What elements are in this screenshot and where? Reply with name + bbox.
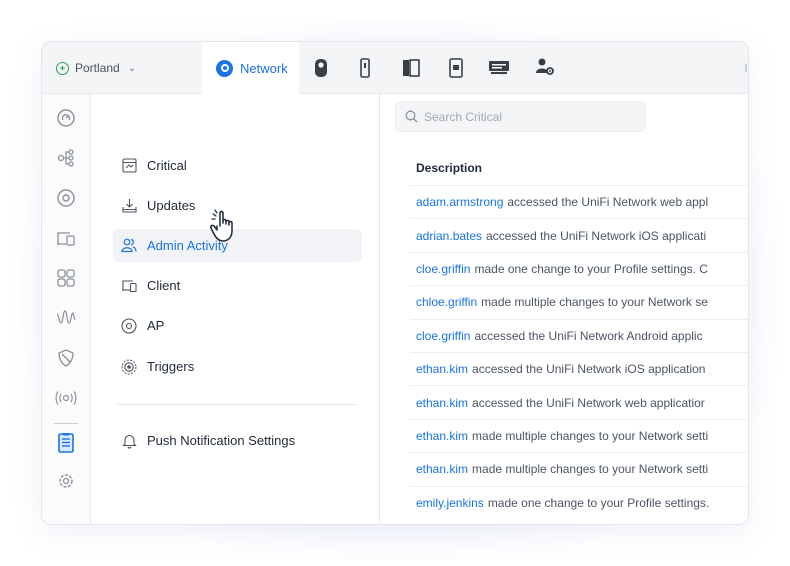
menu-item-label: Client [147, 278, 181, 293]
menu-item-ap[interactable]: AP [113, 309, 362, 342]
download-tray-icon [121, 198, 137, 214]
wifi-broadcast-icon[interactable] [55, 387, 77, 409]
menu-item-push-notification-settings[interactable]: Push Notification Settings [113, 424, 362, 457]
topbar-tick [745, 64, 747, 72]
row-description: accessed the UniFi Network iOS applicati [486, 228, 707, 243]
security-shield-icon[interactable] [55, 347, 77, 369]
tab-network[interactable]: Network [202, 42, 299, 94]
admin-username-link[interactable]: chloe.griffin [416, 295, 477, 309]
table-row[interactable]: ethan.kim made multiple changes to your N… [410, 418, 748, 452]
topology-icon[interactable] [55, 147, 77, 169]
admin-username-link[interactable]: adrian.bates [416, 229, 482, 243]
admin-users-icon[interactable] [535, 57, 555, 77]
app-window: + Portland ⌄ Network Critical Updates Ad… [41, 41, 749, 525]
rail-divider [54, 423, 78, 424]
site-selector[interactable]: + Portland ⌄ [56, 42, 136, 94]
menu-item-triggers[interactable]: Triggers [113, 350, 362, 383]
menu-item-label: Push Notification Settings [147, 433, 296, 448]
admin-username-link[interactable]: ethan.kim [416, 362, 468, 376]
admin-username-link[interactable]: ethan.kim [416, 396, 468, 410]
chevron-down-icon: ⌄ [127, 62, 137, 74]
hand-pointer-cursor-icon [210, 209, 233, 242]
row-description: accessed the UniFi Network Android appli… [474, 328, 703, 343]
menu-divider [117, 404, 357, 405]
search-box[interactable] [395, 101, 646, 132]
tab-network-label: Network [240, 60, 288, 76]
admin-username-link[interactable]: adam.armstrong [416, 195, 503, 209]
row-description: made multiple changes to your Network se… [472, 462, 709, 477]
search-icon [405, 110, 418, 123]
talk-panel-icon[interactable] [402, 58, 420, 78]
main-content: Description adam.armstrong accessed the U… [381, 94, 748, 524]
notifications-menu: Critical Updates Admin Activity Client A… [91, 94, 380, 524]
access-point-icon [121, 317, 137, 334]
intercom-icon[interactable] [449, 58, 463, 78]
table-row[interactable]: ethan.kim accessed the UniFi Network web … [410, 385, 748, 418]
row-description: accessed the UniFi Network web applicati… [472, 395, 705, 410]
menu-item-client[interactable]: Client [113, 269, 362, 302]
row-description: accessed the UniFi Network web appl [507, 195, 709, 210]
row-description: made one change to your Profile settings… [487, 495, 710, 510]
system-log-icon[interactable] [55, 432, 77, 454]
dashboard-icon[interactable] [55, 107, 77, 129]
column-header-description[interactable]: Description [416, 161, 482, 175]
admin-username-link[interactable]: emily.jenkins [416, 496, 484, 510]
menu-item-label: Updates [147, 198, 196, 213]
top-bar: + Portland ⌄ Network [42, 42, 748, 94]
site-name: Portland [75, 61, 120, 75]
menu-item-label: Triggers [147, 359, 195, 374]
table-row[interactable]: adam.armstrong accessed the UniFi Network… [410, 185, 748, 218]
menu-item-label: AP [147, 318, 165, 333]
row-description: made multiple changes to your Network se… [472, 428, 709, 443]
row-description: made multiple changes to your Network se [481, 295, 708, 310]
admin-username-link[interactable]: cloe.griffin [416, 329, 470, 343]
warning-box-icon [121, 158, 137, 174]
row-description: made one change to your Profile settings… [474, 261, 708, 276]
devices-icon[interactable] [55, 187, 77, 209]
network-app-icon [216, 59, 233, 77]
admins-icon [121, 238, 137, 254]
menu-item-label: Critical [147, 158, 187, 173]
laptop-icon [121, 278, 137, 294]
radios-icon[interactable] [55, 307, 77, 329]
left-rail [42, 94, 91, 524]
table-row[interactable]: ethan.kim made multiple changes to your N… [410, 452, 748, 485]
protect-camera-icon[interactable] [314, 58, 328, 78]
table-row[interactable]: emily.jenkins made one change to your Pro… [410, 485, 748, 519]
admin-username-link[interactable]: ethan.kim [416, 429, 468, 443]
site-status-icon: + [56, 61, 69, 75]
connect-display-icon[interactable] [488, 60, 510, 76]
row-description: accessed the UniFi Network iOS applicati… [472, 362, 706, 377]
clients-icon[interactable] [55, 227, 77, 249]
admin-username-link[interactable]: ethan.kim [416, 462, 468, 476]
statistics-icon[interactable] [55, 267, 77, 289]
settings-icon[interactable] [55, 470, 77, 492]
bell-icon [121, 433, 137, 449]
table-row[interactable]: cloe.griffin accessed the UniFi Network A… [410, 318, 748, 352]
table-row[interactable]: cloe.griffin made one change to your Prof… [410, 251, 748, 285]
trigger-target-icon [121, 359, 137, 375]
table-row[interactable]: ethan.kim accessed the UniFi Network iOS … [410, 351, 748, 385]
access-reader-icon[interactable] [360, 58, 370, 78]
activity-list: adam.armstrong accessed the UniFi Network… [410, 185, 748, 519]
search-input[interactable] [424, 109, 624, 124]
menu-item-critical[interactable]: Critical [113, 149, 362, 182]
table-row[interactable]: chloe.griffin made multiple changes to yo… [410, 285, 748, 318]
table-row[interactable]: adrian.bates accessed the UniFi Network i… [410, 218, 748, 251]
admin-username-link[interactable]: cloe.griffin [416, 262, 470, 276]
